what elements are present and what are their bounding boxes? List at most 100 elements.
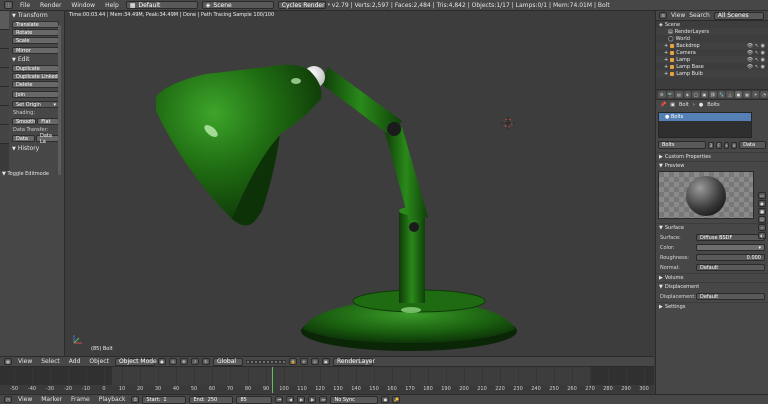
volume-panel-header[interactable]: ▶ Volume — [656, 273, 768, 282]
material-slot-selected[interactable]: ● Bolts — [659, 113, 751, 121]
menu-add[interactable]: Add — [66, 358, 84, 365]
tab-create[interactable] — [0, 30, 9, 49]
edit-panel-header[interactable]: ▼ Edit — [10, 55, 62, 64]
toggle-editmode-panel-header[interactable]: ▼ Toggle Editmode — [2, 171, 49, 177]
outliner-row-lamp-base[interactable]: + Lamp Base 👁 ↖ ◉ — [656, 63, 768, 70]
flat-button[interactable]: Flat — [37, 118, 59, 125]
tab-other[interactable] — [0, 125, 9, 144]
outliner-filter-dropdown[interactable]: All Scenes — [713, 11, 764, 20]
user-count[interactable]: 3 — [708, 141, 714, 149]
data-button[interactable]: Data — [12, 135, 35, 142]
rotate-manipulator-icon[interactable]: ↻ — [201, 358, 210, 365]
material-name-field[interactable]: Bolts — [658, 141, 706, 149]
menu-select[interactable]: Select — [38, 358, 63, 365]
current-frame-cursor[interactable] — [272, 367, 273, 393]
menu-view[interactable]: View — [671, 12, 685, 19]
current-frame-field[interactable]: 85 — [236, 395, 273, 404]
preview-sky-icon[interactable]: ◐ — [758, 232, 766, 239]
manipulator-icon[interactable]: ✥ — [179, 358, 188, 365]
add-material-icon[interactable]: + — [723, 141, 730, 149]
lock-icon[interactable]: 🔒 — [288, 358, 297, 365]
render-icon[interactable]: ▣ — [321, 358, 330, 365]
unlink-material-icon[interactable]: ✕ — [731, 141, 738, 149]
outliner-row-scene[interactable]: ◈ Scene — [656, 21, 768, 28]
screen-layout-dropdown[interactable]: ▦ Default — [125, 1, 198, 9]
translate-manipulator-icon[interactable]: ↗ — [190, 358, 199, 365]
orientation-dropdown[interactable]: Global — [212, 357, 243, 366]
preview-monkey-icon[interactable]: ☺ — [758, 216, 766, 223]
menu-file[interactable]: File — [17, 2, 33, 9]
editor-type-icon[interactable]: ⓘ — [4, 1, 13, 9]
tool-shelf-scrollbar[interactable] — [58, 25, 61, 175]
menu-render[interactable]: Render — [37, 2, 64, 9]
render-layer-dropdown[interactable]: RenderLayer — [332, 357, 375, 366]
fake-user-icon[interactable]: F — [715, 141, 722, 149]
tab-animation[interactable] — [0, 68, 9, 87]
render-layers-tab-icon[interactable]: ▤ — [675, 91, 683, 98]
menu-view[interactable]: View — [15, 358, 35, 365]
restrict-toggles[interactable]: 👁 ↖ ◉ — [747, 49, 765, 56]
editor-type-icon[interactable]: ▦ — [4, 358, 12, 365]
sync-dropdown[interactable]: No Sync — [330, 395, 379, 404]
scene-dropdown[interactable]: ◈ Scene — [201, 1, 274, 9]
rotate-button[interactable]: Rotate — [12, 29, 59, 36]
menu-help[interactable]: Help — [102, 2, 122, 9]
link-dropdown[interactable]: Data — [739, 141, 767, 149]
outliner-row-renderlayers[interactable]: ▤ RenderLayers — [656, 28, 768, 35]
tab-relations[interactable] — [0, 49, 9, 68]
displacement-panel-header[interactable]: ▼ Displacement — [656, 282, 768, 291]
record-icon[interactable]: ● — [381, 396, 390, 403]
layer-buttons[interactable] — [245, 359, 286, 364]
duplicate-linked-button[interactable]: Duplicate Linked — [12, 73, 59, 80]
object-tab-icon[interactable]: ▣ — [700, 91, 709, 98]
outliner-row-world[interactable]: ◯ World — [656, 35, 768, 42]
mirror-button[interactable]: Mirror — [12, 47, 59, 54]
material-slot-list[interactable]: ● Bolts — [658, 112, 752, 138]
shading-mode-icon[interactable]: ● — [157, 358, 166, 365]
history-panel-header[interactable]: ▼ History — [10, 144, 62, 153]
prev-keyframe-icon[interactable]: ◀ — [286, 396, 295, 403]
normal-field[interactable]: Default — [696, 264, 765, 271]
preview-panel-header[interactable]: ▼ Preview — [656, 161, 768, 170]
end-frame-field[interactable]: End: 250 — [189, 395, 234, 404]
world-tab-icon[interactable]: ◯ — [692, 91, 700, 98]
surface-shader-dropdown[interactable]: Diffuse BSDF — [696, 234, 765, 241]
start-frame-field[interactable]: Start: 1 — [142, 395, 187, 404]
timeline[interactable]: -50 -40 -30 -20 -10 0 10 20 30 40 50 60 70 80 90 100 110… — [0, 366, 654, 394]
data-tab-icon[interactable]: △ — [726, 91, 734, 98]
editor-type-icon[interactable]: ☰ — [659, 12, 667, 19]
data-layout-button[interactable]: Data La — [36, 133, 59, 145]
pin-icon[interactable]: 📌 — [660, 102, 666, 108]
preview-cube-icon[interactable]: ■ — [758, 208, 766, 215]
menu-object[interactable]: Object — [86, 358, 112, 365]
surface-panel-header[interactable]: ▼ Surface — [656, 223, 768, 232]
preview-hair-icon[interactable]: ≈ — [758, 224, 766, 231]
displacement-field[interactable]: Default — [696, 293, 765, 300]
duplicate-button[interactable]: Duplicate — [12, 65, 59, 72]
render-tab-icon[interactable]: 📷 — [666, 91, 675, 98]
constraints-tab-icon[interactable]: ⛓ — [709, 91, 717, 98]
preview-range-icon[interactable]: ⏱ — [131, 396, 140, 403]
layer-button[interactable] — [281, 359, 286, 364]
editor-type-icon[interactable]: ⚙ — [658, 91, 666, 98]
tab-grease-pencil[interactable] — [0, 106, 9, 125]
restrict-toggles[interactable]: 👁 ↖ ◉ — [747, 56, 765, 63]
color-swatch[interactable]: ▾ — [696, 244, 765, 251]
tab-tools[interactable] — [0, 11, 9, 30]
scale-button[interactable]: Scale — [12, 37, 59, 44]
play-icon[interactable]: ▶ — [297, 396, 306, 403]
settings-panel-header[interactable]: ▶ Settings — [656, 302, 768, 311]
outliner-row-lamp-bulb[interactable]: + Lamp Bulb — [656, 70, 768, 77]
restrict-toggles[interactable]: 👁 ↖ ◉ — [747, 63, 765, 70]
outliner-row-backdrop[interactable]: + Backdrop 👁 ↖ ◉ — [656, 42, 768, 49]
physics-tab-icon[interactable]: ◔ — [760, 91, 768, 98]
next-keyframe-icon[interactable]: ▶ — [308, 396, 317, 403]
menu-search[interactable]: Search — [689, 12, 710, 19]
pivot-icon[interactable]: ⊙ — [168, 358, 177, 365]
roughness-field[interactable]: 0.000 — [696, 254, 765, 261]
outliner-row-camera[interactable]: + Camera 👁 ↖ ◉ — [656, 49, 768, 56]
editor-type-icon[interactable]: ◷ — [4, 396, 12, 403]
translate-button[interactable]: Translate — [12, 21, 59, 28]
texture-tab-icon[interactable]: ▦ — [743, 91, 751, 98]
tab-physics[interactable] — [0, 87, 9, 106]
